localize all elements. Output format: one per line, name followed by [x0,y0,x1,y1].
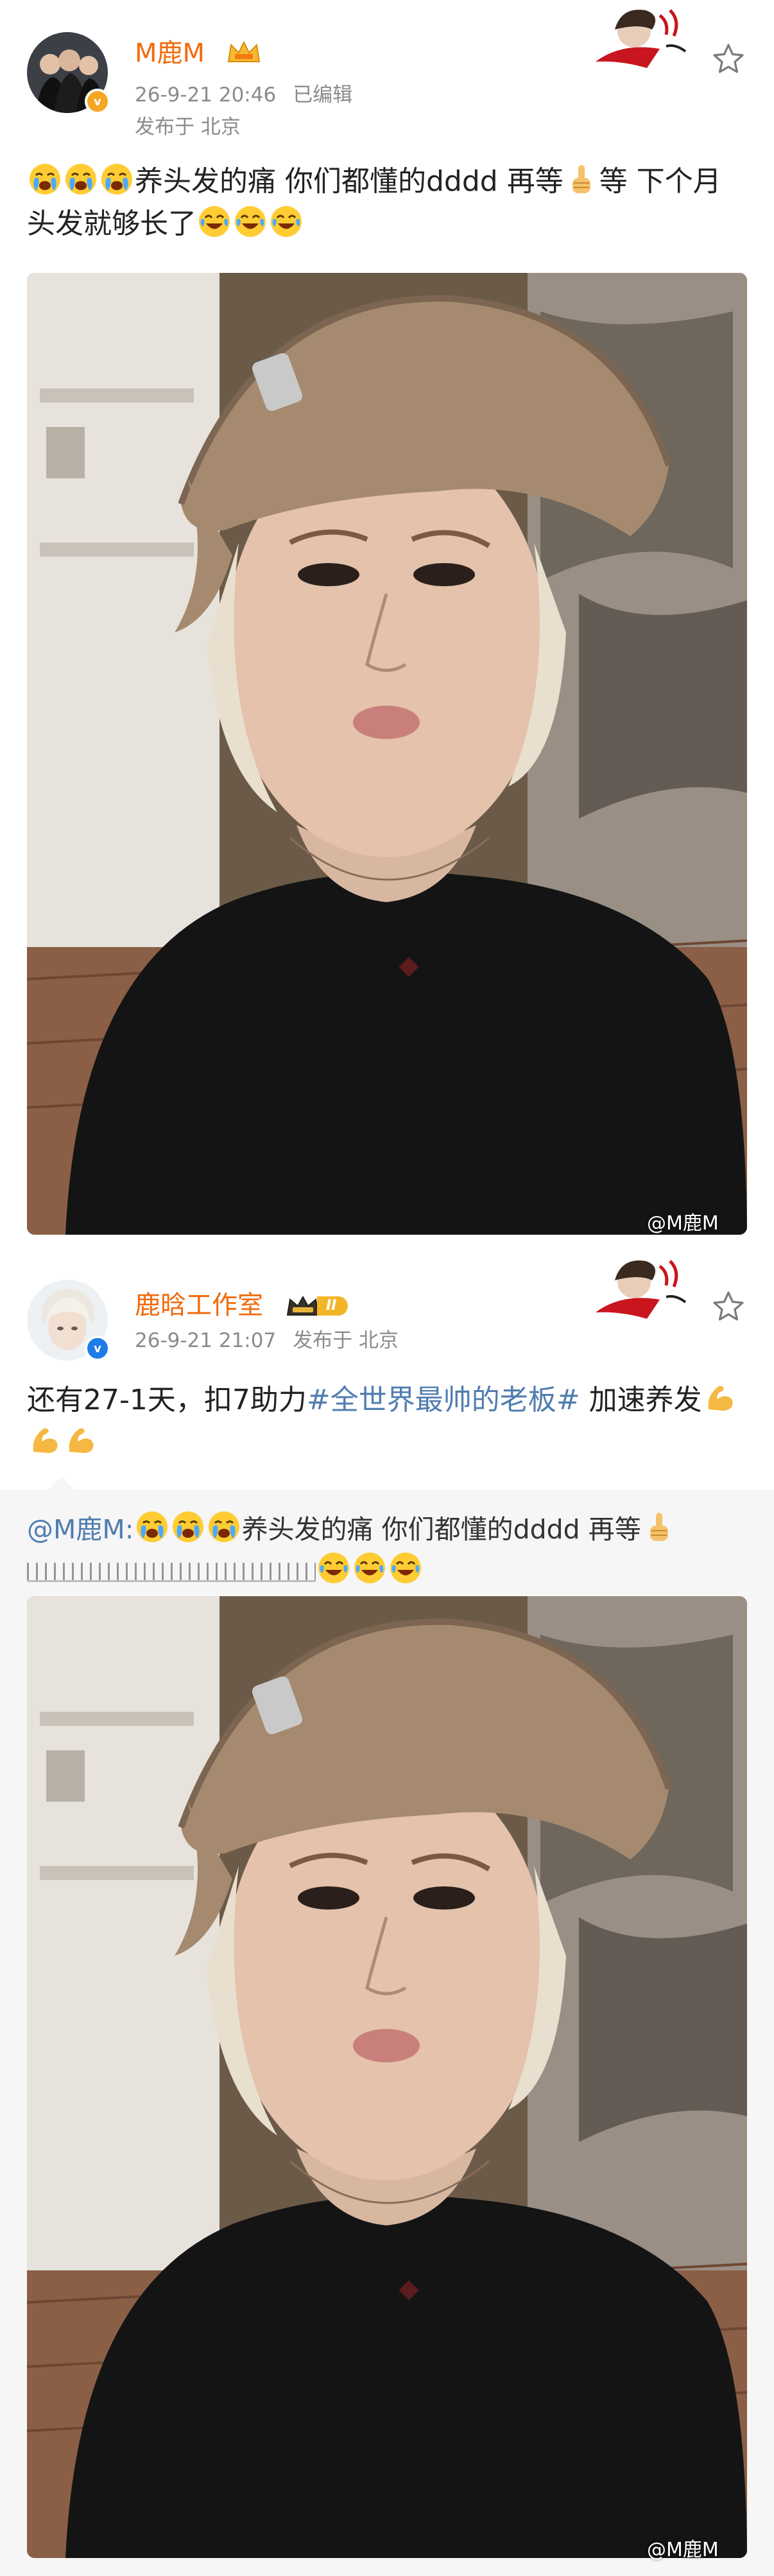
tears-of-joy-emoji [389,1551,422,1585]
rank-badge: II [285,1294,348,1318]
loudly-crying-emoji [135,1510,169,1544]
redacted-scribble [27,1563,316,1582]
post-text-part2: 加速养发 [580,1384,702,1416]
star-icon[interactable] [711,1289,746,1324]
post-timestamp: 26-9-21 21:07 [135,1329,277,1352]
post-photo[interactable] [27,273,747,1235]
username[interactable]: M鹿M [135,37,205,69]
loudly-crying-emoji [64,162,98,196]
loudly-crying-emoji [207,1510,241,1544]
rank-level: II [317,1296,348,1316]
mention-link[interactable]: @M鹿M: [27,1514,134,1545]
tears-of-joy-emoji [317,1551,350,1585]
reposted-text-part1: 养头发的痛 你们都懂的dddd 再等 [241,1514,641,1545]
card-decoration-icon [596,9,687,68]
post-meta-line: 26-9-21 21:07 发布于 北京 [135,1328,415,1353]
reposted-content[interactable]: @M鹿M: 养头发的痛 你们都懂的dddd 再等 @M鹿M [0,1477,774,2576]
loudly-crying-emoji [28,162,62,196]
crown-badge-icon [227,40,261,62]
photo-watermark: @M鹿M [647,1212,719,1235]
post-meta-line: 26-9-21 20:46 已编辑 [135,82,369,108]
repost-pointer [49,1477,74,1490]
flexed-biceps-emoji [703,1381,737,1414]
post-text-part1: 还有27-1天，扣7助力 [27,1384,307,1416]
loudly-crying-emoji [100,162,133,196]
post-location: 发布于 北京 [293,1329,399,1352]
post-timestamp: 26-9-21 20:46 [135,83,277,107]
post-location: 发布于 北京 [135,116,241,139]
loudly-crying-emoji [171,1510,205,1544]
tears-of-joy-emoji [198,205,231,238]
weibo-post-original: v M鹿M 26-9-21 20:46 已编辑 发布于 北京 养头发的痛 你们都懂… [0,0,774,1258]
username[interactable]: 鹿晗工作室 [135,1289,263,1321]
verified-badge-icon: v [85,89,110,114]
reposted-text: @M鹿M: 养头发的痛 你们都懂的dddd 再等 [27,1509,752,1591]
card-decoration-icon [596,1260,687,1319]
post-text: 养头发的痛 你们都懂的dddd 再等等 下个月头发就够长了 [27,161,748,245]
crown-badge-icon [286,1295,320,1316]
star-icon[interactable] [711,42,746,76]
topic-link[interactable]: #全世界最帅的老板# [307,1384,580,1416]
edited-label[interactable]: 已编辑 [293,83,352,107]
reposted-photo[interactable] [27,1596,747,2558]
post-text-part1: 养头发的痛 你们都懂的dddd 再等 [135,165,563,198]
flexed-biceps-emoji [64,1423,98,1457]
tears-of-joy-emoji [234,205,267,238]
post-text: 还有27-1天，扣7助力#全世界最帅的老板# 加速养发 [27,1379,748,1464]
tears-of-joy-emoji [353,1551,386,1585]
index-pointing-up-emoji [565,162,598,196]
verified-badge-icon: v [85,1336,110,1361]
tears-of-joy-emoji [270,205,303,238]
index-pointing-up-emoji [642,1510,676,1544]
flexed-biceps-emoji [28,1423,62,1457]
weibo-post-repost: v 鹿晗工作室 II 26-9-21 21:07 发布于 北京 还有27-1天，扣… [0,1258,774,2576]
photo-watermark: @M鹿M [647,2539,719,2561]
